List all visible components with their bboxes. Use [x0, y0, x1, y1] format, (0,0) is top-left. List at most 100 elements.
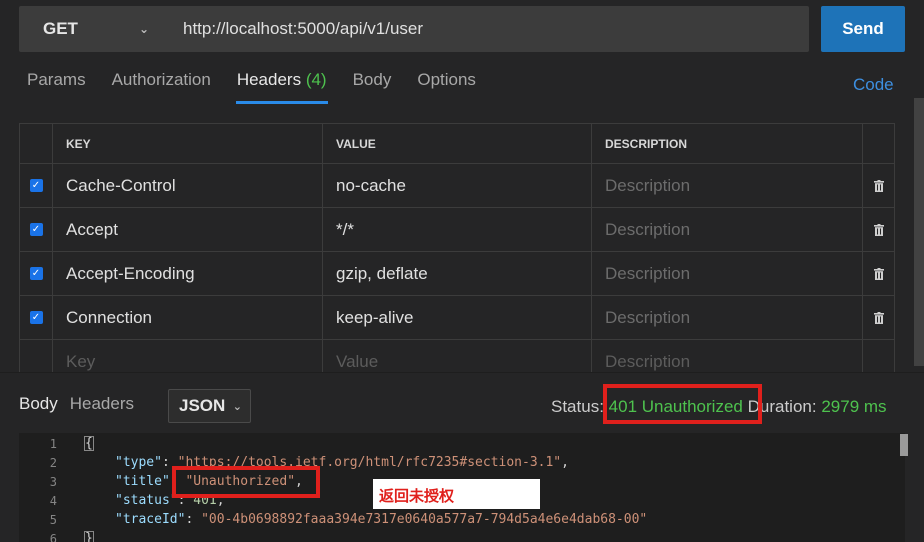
column-header-description: DESCRIPTION — [592, 124, 863, 163]
trash-icon[interactable] — [873, 223, 884, 236]
url-input[interactable]: http://localhost:5000/api/v1/user — [169, 19, 423, 39]
row-checkbox[interactable]: ✓ — [29, 179, 43, 192]
description-field[interactable]: Description — [592, 252, 863, 295]
format-label: JSON — [179, 396, 226, 415]
code-line: 6 } — [19, 529, 94, 542]
line-number: 4 — [49, 493, 57, 508]
checkbox-cell: ✓ — [20, 252, 53, 295]
code-line: 3 "title": "Unauthorized", — [19, 472, 303, 491]
json-value: "00-4b0698892faaa394e7317e0640a577a7-794… — [201, 512, 648, 527]
value-field[interactable]: gzip, deflate — [323, 252, 592, 295]
tab-label: Body — [352, 70, 392, 89]
trash-icon[interactable] — [873, 311, 884, 324]
response-tab-headers[interactable]: Headers — [70, 394, 134, 414]
value-field[interactable]: keep-alive — [323, 296, 592, 339]
checkbox-cell: ✓ — [20, 164, 53, 207]
tab-label: Params — [27, 70, 86, 89]
delete-cell — [863, 340, 894, 373]
code-link[interactable]: Code — [853, 75, 894, 95]
header-checkbox-cell — [20, 124, 53, 163]
line-number: 2 — [49, 455, 57, 470]
line-number: 3 — [49, 474, 57, 489]
editor-scrollbar[interactable] — [900, 434, 908, 456]
key-field[interactable]: Connection — [53, 296, 323, 339]
new-key-input[interactable]: Key — [53, 340, 323, 373]
scrollbar[interactable] — [914, 98, 924, 366]
table-row: ✓ Accept */* Description — [20, 208, 894, 252]
delete-cell — [863, 208, 894, 251]
status-label: Status: — [551, 397, 604, 416]
tab-count-badge: (4) — [305, 70, 327, 89]
method-select[interactable]: GET ⌄ — [19, 6, 169, 52]
format-select[interactable]: JSON ⌄ — [168, 389, 251, 423]
tab-authorization[interactable]: Authorization — [112, 68, 211, 104]
url-bar: GET ⌄ http://localhost:5000/api/v1/user — [19, 6, 809, 52]
tab-params[interactable]: Params — [27, 68, 86, 104]
key-field[interactable]: Accept — [53, 208, 323, 251]
request-tabs: Params Authorization Headers (4) Body Op… — [27, 68, 502, 104]
table-row-new: Key Value Description — [20, 340, 894, 373]
json-key: "type" — [115, 455, 162, 470]
description-field[interactable]: Description — [592, 296, 863, 339]
annotation-text: 返回未授权 — [379, 487, 455, 505]
checkbox-cell — [20, 340, 53, 373]
delete-cell — [863, 164, 894, 207]
duration-value: 2979 ms — [821, 397, 887, 416]
tab-label: Authorization — [111, 70, 211, 89]
table-row: ✓ Accept-Encoding gzip, deflate Descript… — [20, 252, 894, 296]
json-key: "title" — [115, 474, 170, 489]
column-header-value: VALUE — [323, 124, 592, 163]
tab-body[interactable]: Body — [353, 68, 392, 104]
method-label: GET — [43, 19, 78, 38]
tab-options[interactable]: Options — [417, 68, 476, 104]
key-field[interactable]: Cache-Control — [53, 164, 323, 207]
value-field[interactable]: no-cache — [323, 164, 592, 207]
table-header-row: KEY VALUE DESCRIPTION — [20, 124, 894, 164]
key-field[interactable]: Accept-Encoding — [53, 252, 323, 295]
table-row: ✓ Connection keep-alive Description — [20, 296, 894, 340]
checkbox-cell: ✓ — [20, 208, 53, 251]
request-bar: GET ⌄ http://localhost:5000/api/v1/user … — [0, 0, 924, 66]
json-punct: , — [561, 455, 569, 470]
chevron-down-icon: ⌄ — [232, 400, 242, 413]
close-brace: } — [84, 531, 94, 542]
header-action-cell — [863, 124, 894, 163]
column-header-key: KEY — [53, 124, 323, 163]
delete-cell — [863, 296, 894, 339]
tab-headers[interactable]: Headers (4) — [235, 68, 328, 104]
line-number: 1 — [49, 436, 57, 451]
table-row: ✓ Cache-Control no-cache Description — [20, 164, 894, 208]
json-key: "traceId" — [115, 512, 186, 527]
title-highlight-box — [172, 466, 320, 498]
tab-label: Options — [417, 70, 476, 89]
code-line: 2 "type": "https://tools.ietf.org/html/r… — [19, 453, 569, 472]
code-line: 5 "traceId": "00-4b0698892faaa394e7317e0… — [19, 510, 647, 529]
send-button[interactable]: Send — [821, 6, 905, 52]
description-field[interactable]: Description — [592, 164, 863, 207]
code-line: 1 { — [19, 434, 94, 453]
tab-label: Headers — [236, 70, 302, 89]
status-highlight-box — [603, 384, 762, 424]
trash-icon[interactable] — [873, 267, 884, 280]
delete-cell — [863, 252, 894, 295]
pane-divider[interactable] — [0, 372, 924, 373]
new-description-input[interactable]: Description — [592, 340, 863, 373]
description-field[interactable]: Description — [592, 208, 863, 251]
chevron-down-icon: ⌄ — [138, 22, 149, 36]
row-checkbox[interactable]: ✓ — [29, 267, 43, 280]
new-value-input[interactable]: Value — [323, 340, 592, 373]
response-tabs: Body Headers — [19, 394, 146, 414]
checkbox-cell: ✓ — [20, 296, 53, 339]
open-brace: { — [84, 436, 94, 451]
trash-icon[interactable] — [873, 179, 884, 192]
response-tab-body[interactable]: Body — [19, 394, 58, 414]
value-field[interactable]: */* — [323, 208, 592, 251]
headers-table: KEY VALUE DESCRIPTION ✓ Cache-Control no… — [19, 123, 895, 373]
row-checkbox[interactable]: ✓ — [29, 223, 43, 236]
json-key: "status" — [115, 493, 178, 508]
row-checkbox[interactable]: ✓ — [29, 311, 43, 324]
annotation-note: 返回未授权 — [373, 479, 540, 509]
code-line: 4 "status": 401, — [19, 491, 225, 510]
line-number: 5 — [49, 512, 57, 527]
line-number: 6 — [49, 531, 57, 542]
